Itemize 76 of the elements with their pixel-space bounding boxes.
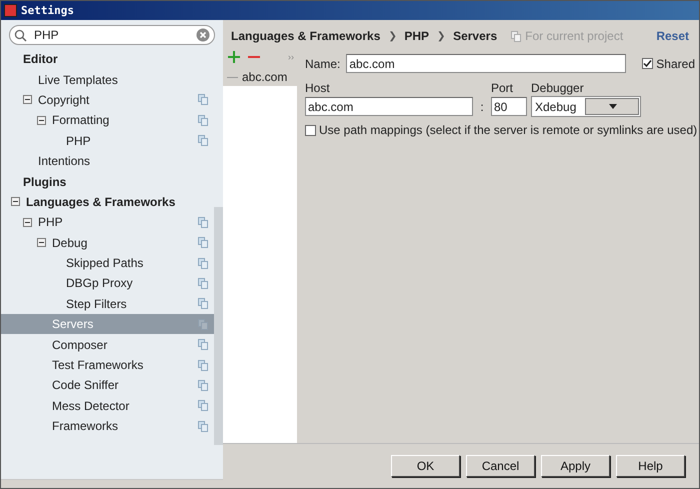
search-field[interactable]: PHP bbox=[9, 25, 215, 45]
tree-item-label: Step Filters bbox=[66, 296, 128, 311]
search-icon bbox=[14, 28, 27, 42]
tree-item-label: Editor bbox=[23, 52, 59, 66]
tree-item[interactable]: Editor bbox=[1, 49, 214, 70]
dialog-button[interactable]: Apply bbox=[541, 455, 610, 477]
breadcrumb: Languages & Frameworks bbox=[231, 29, 380, 43]
tree-item[interactable]: Mess Detector bbox=[1, 396, 214, 416]
tree-item-label: Test Frameworks bbox=[52, 358, 144, 372]
path-mappings-checkbox[interactable] bbox=[305, 124, 316, 136]
tree-item[interactable]: Plugins bbox=[1, 171, 214, 192]
tree-item[interactable]: Languages & Frameworks bbox=[1, 192, 214, 212]
tree-item[interactable]: PHP bbox=[1, 130, 214, 151]
tree-item[interactable]: Formatting bbox=[1, 110, 214, 131]
reset-link[interactable]: Reset bbox=[656, 29, 689, 43]
path-mappings-label: Use path mappings (select if the server is remote or symlinks are used) bbox=[319, 123, 698, 137]
clear-icon[interactable] bbox=[196, 28, 210, 42]
tree-item[interactable]: DBGp Proxy bbox=[1, 273, 214, 294]
debugger-dropdown[interactable]: Xdebug bbox=[531, 96, 641, 117]
shared-label: Shared bbox=[656, 56, 695, 70]
tree-item-label: Formatting bbox=[52, 113, 110, 128]
tree-item-label: Debug bbox=[52, 236, 88, 250]
collapse-icon[interactable] bbox=[11, 197, 20, 206]
scope-note: For current project bbox=[525, 29, 624, 43]
collapse-icon[interactable] bbox=[37, 116, 46, 125]
dialog-button[interactable]: Help bbox=[616, 455, 685, 477]
tree-item-label: Mess Detector bbox=[52, 398, 130, 413]
host-label: Host bbox=[305, 81, 331, 95]
tree-item-label: Live Templates bbox=[38, 72, 119, 87]
dropdown-arrow-icon bbox=[609, 104, 618, 109]
tree-item-label: Languages & Frameworks bbox=[26, 194, 176, 209]
tree-item-label: DBGp Proxy bbox=[66, 276, 134, 290]
port-label: Port bbox=[491, 81, 514, 95]
server-item[interactable]: abc.com bbox=[223, 68, 297, 86]
tree-item-label: Plugins bbox=[23, 174, 68, 189]
breadcrumb: PHP bbox=[404, 29, 430, 43]
port-field[interactable]: 80 bbox=[491, 97, 527, 116]
name-label: Name: bbox=[305, 56, 340, 70]
tree-item-label: Composer bbox=[52, 338, 108, 352]
tree-item[interactable]: Skipped Paths bbox=[1, 252, 214, 274]
tree-item-label: PHP bbox=[38, 215, 64, 230]
tree-item[interactable]: Intentions bbox=[1, 150, 214, 172]
name-field[interactable]: abc.com bbox=[346, 54, 626, 73]
tree-item[interactable]: Code Sniffer bbox=[1, 375, 214, 396]
collapse-icon[interactable] bbox=[23, 218, 32, 227]
collapse-icon[interactable] bbox=[37, 238, 46, 248]
shared-checkbox[interactable] bbox=[642, 58, 654, 69]
tree-item-label: Servers bbox=[52, 317, 94, 332]
breadcrumb-separator: ❯ bbox=[388, 30, 396, 42]
tree-item[interactable]: Live Templates bbox=[1, 69, 214, 90]
breadcrumb-separator: ❯ bbox=[437, 30, 446, 42]
scrollbar-thumb[interactable] bbox=[214, 207, 223, 445]
tree-item-label: Intentions bbox=[38, 154, 92, 168]
breadcrumb: Servers bbox=[453, 29, 498, 43]
collapse-icon[interactable] bbox=[23, 95, 32, 104]
tree-item[interactable]: Debug bbox=[1, 232, 214, 253]
tree-item-label: Copyright bbox=[38, 92, 90, 107]
port-separator: : bbox=[479, 100, 485, 114]
host-field[interactable]: abc.com bbox=[305, 97, 473, 116]
tree-item[interactable]: Frameworks bbox=[1, 416, 214, 436]
tree-item-label: PHP bbox=[66, 134, 92, 148]
search-input[interactable]: PHP bbox=[32, 27, 191, 43]
tree-item[interactable]: PHP bbox=[1, 212, 214, 233]
dialog-button[interactable]: OK bbox=[391, 455, 460, 477]
debugger-label: Debugger bbox=[531, 81, 585, 95]
tree-item[interactable]: Composer bbox=[1, 334, 214, 355]
copy-icon bbox=[511, 30, 522, 42]
tree-item[interactable]: Test Frameworks bbox=[1, 354, 214, 376]
tree-item-label: Skipped Paths bbox=[66, 256, 144, 270]
app-icon bbox=[4, 4, 17, 17]
tree-item-label: Code Sniffer bbox=[52, 378, 120, 392]
window-title: Settings bbox=[21, 4, 74, 17]
dialog-button[interactable]: Cancel bbox=[466, 455, 535, 477]
tree-item[interactable]: Copyright bbox=[1, 90, 214, 110]
tree-item-label: Frameworks bbox=[52, 419, 120, 434]
tree-item[interactable]: Step Filters bbox=[1, 294, 214, 314]
